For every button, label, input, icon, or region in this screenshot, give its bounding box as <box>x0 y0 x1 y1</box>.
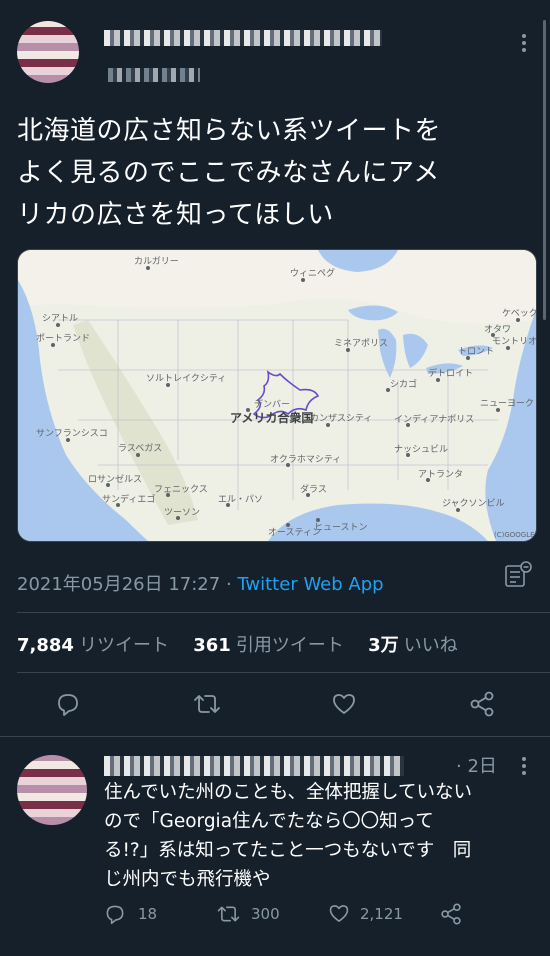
tweet-stats: 7,884 リツイート 361 引用ツイート 3万 いいね <box>17 631 458 657</box>
map-place-label: シカゴ <box>390 378 417 390</box>
reply-retweets-count: 300 <box>251 905 280 923</box>
map-place-label: オクラホマシティ <box>270 454 341 465</box>
map-attribution: (C)GOOGLE <box>494 531 535 539</box>
like-icon[interactable] <box>331 692 357 716</box>
divider <box>17 612 550 613</box>
like-icon <box>328 903 350 924</box>
map-place-label: エル・パソ <box>218 494 263 505</box>
reply-more-options-icon[interactable] <box>520 756 528 776</box>
map-place-label: ツーソン <box>164 508 200 518</box>
reply-likes-count: 2,121 <box>360 904 403 923</box>
tweet-text-line: 北海道の広さ知らない系ツイートを <box>17 116 442 146</box>
map-place-label: ケベック <box>502 308 536 319</box>
share-icon[interactable] <box>469 690 495 718</box>
reply-icon <box>104 903 126 925</box>
reply-like-action[interactable]: 2,121 <box>328 903 403 924</box>
map-place-label: カルガリー <box>134 256 179 267</box>
quotes-count: 361 <box>193 635 231 656</box>
likes-stat[interactable]: 3万 いいね <box>368 635 458 656</box>
map-place-label: トロント <box>458 347 494 357</box>
retweet-icon <box>216 903 241 925</box>
map-place-label: ウィニペグ <box>290 267 335 279</box>
map-place-label: サンディエゴ <box>102 493 155 505</box>
map-place-label: ソルトレイクシティ <box>146 373 226 384</box>
reply-replies-count: 18 <box>138 905 158 923</box>
tweet-meta: 2021年05月26日 17:27 · Twitter Web App <box>17 570 384 596</box>
more-options-icon[interactable] <box>520 33 528 53</box>
map-place-label: シアトル <box>42 314 78 324</box>
tweet-analytics-icon[interactable] <box>504 561 534 589</box>
reply-text-line: る!?」系は知ってたこと一つもないです 同 <box>104 840 472 861</box>
map-place-label: アトランタ <box>418 469 463 480</box>
divider <box>0 736 550 737</box>
scrollbar[interactable] <box>543 20 546 320</box>
map-place-label: デトロイト <box>428 367 473 379</box>
reply-time[interactable]: · 2日 <box>456 752 497 778</box>
tweet-text-line: よく見るのでここでみなさんにアメ <box>17 158 440 188</box>
map-place-label: ヒューストン <box>314 522 368 533</box>
author-handle-redacted[interactable] <box>108 68 200 82</box>
map-place-label: オースティン <box>268 527 321 538</box>
map-place-label: デンバー <box>254 398 290 410</box>
map-place-label: モントリオール <box>492 336 536 347</box>
divider <box>17 672 550 673</box>
reply-text-line: ので「Georgia住んでたなら〇〇知って <box>104 811 434 832</box>
reply-share-icon[interactable] <box>440 902 462 926</box>
meta-separator: · <box>220 574 238 595</box>
map-place-label: ミネアポリス <box>334 338 388 349</box>
tweet-text-line: リカの広さを知ってほしい <box>17 200 334 230</box>
reply-author-avatar[interactable] <box>17 755 87 825</box>
tweet-text: 北海道の広さ知らない系ツイートを よく見るのでここでみなさんにアメ リカの広さを… <box>17 110 537 236</box>
map-country-label: アメリカ合衆国 <box>230 410 313 425</box>
reply-author-name-redacted[interactable] <box>104 756 404 776</box>
tweet-map-image[interactable]: カルガリー ウィニペグ ミネアポリス シカゴ デトロイト トロント デンバー カ… <box>17 249 537 542</box>
map-place-label: ダラス <box>300 483 327 495</box>
likes-label: いいね <box>403 635 458 656</box>
quotes-stat[interactable]: 361 引用ツイート <box>193 635 344 656</box>
map-place-label: サンフランシスコ <box>36 428 108 439</box>
map-place-label: インディアナポリス <box>394 413 474 425</box>
reply-text-line: 住んでいた州のことも、全体把握していない <box>104 782 472 803</box>
map-place-label: ジャクソンビル <box>442 498 505 509</box>
tweet-client-link[interactable]: Twitter Web App <box>237 574 383 595</box>
reply-text: 住んでいた州のことも、全体把握していない ので「Georgia住んでたなら〇〇知… <box>104 778 544 894</box>
map-place-label: フェニックス <box>154 484 208 495</box>
likes-count: 3万 <box>368 635 399 656</box>
map-place-label: ニューヨーク <box>480 398 534 409</box>
reply-reply-action[interactable]: 18 <box>104 903 157 925</box>
retweets-count: 7,884 <box>17 635 74 656</box>
retweets-label: リツイート <box>79 635 170 656</box>
reply-retweet-action[interactable]: 300 <box>216 903 280 925</box>
map-place-label: カンザスシティ <box>310 413 372 424</box>
retweet-icon[interactable] <box>192 691 222 717</box>
author-name-redacted[interactable] <box>104 30 382 46</box>
retweets-stat[interactable]: 7,884 リツイート <box>17 635 170 656</box>
reply-text-line: じ州内でも飛行機や <box>104 869 271 890</box>
reply-icon[interactable] <box>55 691 81 717</box>
map-place-label: オタワ <box>484 324 511 335</box>
quotes-label: 引用ツイート <box>235 635 344 656</box>
tweet-timestamp[interactable]: 2021年05月26日 17:27 <box>17 574 220 595</box>
map-place-label: ロサンゼルス <box>88 473 142 485</box>
map-place-label: ラスベガス <box>118 443 162 454</box>
map-place-label: ナッシュビル <box>394 444 448 455</box>
map-place-label: ポートランド <box>36 333 90 344</box>
author-avatar[interactable] <box>17 21 79 83</box>
